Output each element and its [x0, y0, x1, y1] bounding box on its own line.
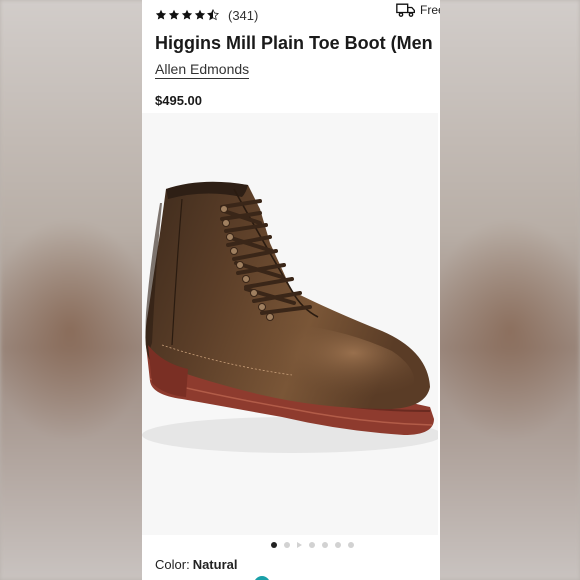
- product-price: $495.00: [155, 93, 202, 108]
- brand-link[interactable]: Allen Edmonds: [155, 61, 250, 79]
- color-label: Color:: [155, 557, 190, 572]
- product-page: (341) Free Higgins Mill Plain Toe Boot (…: [142, 0, 440, 580]
- review-count[interactable]: (341): [228, 8, 258, 23]
- video-play-icon[interactable]: [297, 542, 302, 548]
- star-icon: [181, 9, 193, 20]
- gallery-dot[interactable]: [335, 542, 341, 548]
- star-icon: [168, 9, 180, 20]
- gallery-dot-active[interactable]: [271, 542, 277, 548]
- color-value: Natural: [192, 557, 238, 572]
- color-swatch[interactable]: [254, 576, 270, 580]
- color-selection: Color: Natural: [155, 557, 237, 572]
- product-title: Higgins Mill Plain Toe Boot (Men: [155, 33, 433, 53]
- product-image-gallery[interactable]: [142, 113, 438, 535]
- gallery-dot[interactable]: [348, 542, 354, 548]
- gallery-dot[interactable]: [309, 542, 315, 548]
- star-icon: [155, 9, 167, 20]
- truck-icon: [396, 3, 415, 17]
- boot-image: [142, 181, 438, 453]
- star-half-icon: [207, 9, 219, 21]
- shipping-label: Free: [420, 3, 440, 17]
- gallery-dot[interactable]: [284, 542, 290, 548]
- shipping-badge: Free: [396, 2, 440, 18]
- rating-summary[interactable]: (341): [155, 6, 258, 24]
- star-icon: [194, 9, 206, 20]
- star-rating: [155, 9, 219, 21]
- gallery-dot[interactable]: [322, 542, 328, 548]
- gallery-pagination[interactable]: [271, 542, 354, 548]
